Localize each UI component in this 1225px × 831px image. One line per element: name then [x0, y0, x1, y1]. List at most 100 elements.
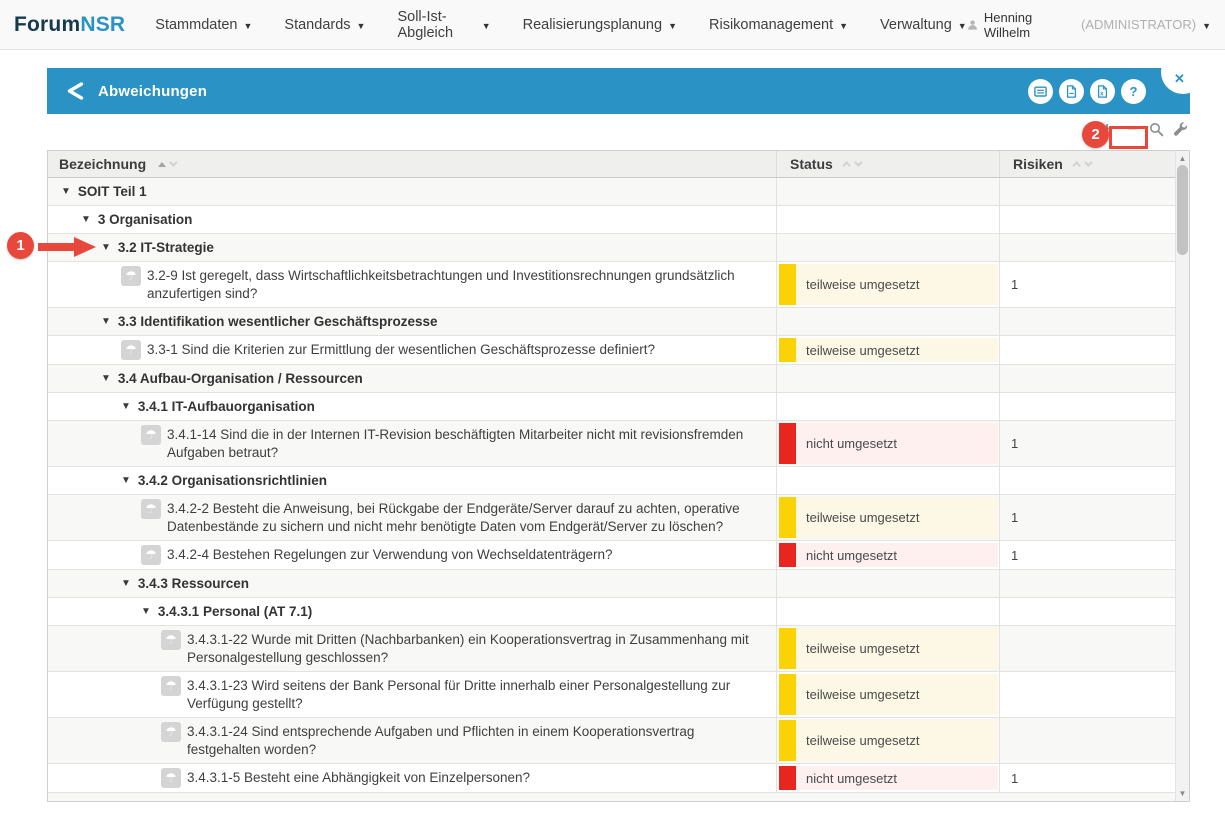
risk-count: 1: [1011, 771, 1018, 786]
row-label: 3.4.3.1-5 Besteht eine Abhängigkeit von …: [187, 769, 550, 787]
page-title: Abweichungen: [98, 83, 207, 100]
nav-menu-item-3[interactable]: Realisierungsplanung ▼: [523, 17, 677, 33]
row-label: 3.4.3.1 Personal (AT 7.1): [158, 604, 312, 619]
chevron-down-icon: ▼: [958, 21, 967, 31]
sort-desc-icon: [169, 158, 177, 166]
caret-down-icon[interactable]: ▼: [141, 606, 151, 617]
table-row: ▼ 3 Organisation: [48, 206, 1175, 234]
nav-menu-item-4[interactable]: Risikomanagement ▼: [709, 17, 848, 33]
table-row: ☂ 3.4.2-4 Bestehen Regelungen zur Verwen…: [48, 541, 1175, 570]
row-label: 3.4.2 Organisationsrichtlinien: [138, 473, 327, 488]
annotation-arrow-icon: [36, 236, 98, 263]
nav-menu-item-label: Realisierungsplanung: [523, 17, 662, 33]
logo-part-2: NSR: [80, 13, 125, 36]
umbrella-icon: ☂: [161, 630, 181, 650]
caret-down-icon[interactable]: ▼: [101, 242, 111, 253]
toolbar-area: + −: [47, 114, 1190, 150]
status-badge: teilweise umgesetzt: [779, 720, 998, 761]
user-menu[interactable]: Henning Wilhelm (ADMINISTRATOR) ▼: [967, 10, 1211, 40]
risk-count: 1: [1011, 510, 1018, 525]
status-label: teilweise umgesetzt: [796, 264, 998, 305]
status-color-square: [779, 423, 796, 464]
share-icon[interactable]: [65, 82, 86, 100]
caret-down-icon[interactable]: ▼: [121, 401, 131, 412]
chevron-down-icon: ▼: [839, 21, 848, 31]
excel-export-icon[interactable]: x: [1090, 79, 1115, 104]
status-badge: teilweise umgesetzt: [779, 497, 998, 538]
scrollbar-thumb[interactable]: [1177, 165, 1188, 255]
table-row: ▼ 3.4.3 Ressourcen: [48, 570, 1175, 598]
row-label: 3.4.2-4 Bestehen Regelungen zur Verwendu…: [167, 546, 633, 564]
wrench-icon[interactable]: [1173, 122, 1188, 137]
nav-menu-item-0[interactable]: Stammdaten ▼: [155, 17, 252, 33]
app-logo: ForumNSR: [14, 13, 125, 37]
table-row: ▼ SOIT Teil 1: [48, 178, 1175, 206]
panel-header: Abweichungen x ? ✕: [47, 68, 1190, 114]
help-icon[interactable]: ?: [1121, 79, 1146, 104]
nav-menu-item-5[interactable]: Verwaltung ▼: [880, 17, 967, 33]
caret-down-icon[interactable]: ▼: [101, 373, 111, 384]
status-color-square: [779, 628, 796, 669]
caret-down-icon[interactable]: ▼: [61, 186, 71, 197]
caret-down-icon[interactable]: ▼: [101, 316, 111, 327]
row-label: 3.2 IT-Strategie: [118, 240, 214, 255]
table-row: ☂ 3.4.3.1-5 Besteht eine Abhängigkeit vo…: [48, 764, 1175, 793]
nav-menu-item-2[interactable]: Soll-Ist-Abgleich ▼: [397, 9, 490, 41]
row-label: 3.4.3 Ressourcen: [138, 576, 249, 591]
caret-down-icon[interactable]: ▼: [81, 214, 91, 225]
table-row: ▼ 3.4 Aufbau-Organisation / Ressourcen: [48, 365, 1175, 393]
status-label: teilweise umgesetzt: [796, 628, 998, 669]
table-row: ▼ 3.4.2 Organisationsrichtlinien: [48, 467, 1175, 495]
main-menu: Stammdaten ▼ Standards ▼ Soll-Ist-Abglei…: [155, 9, 966, 41]
status-badge: nicht umgesetzt: [779, 766, 998, 790]
status-color-square: [779, 766, 796, 790]
status-label: teilweise umgesetzt: [796, 720, 998, 761]
row-label: 3.4.3.1-24 Sind entsprechende Aufgaben u…: [187, 723, 776, 759]
nav-menu-item-label: Stammdaten: [155, 17, 237, 33]
scroll-down-arrow-icon[interactable]: ▼: [1176, 789, 1189, 798]
table-row: ☂ 3.4.3.1-22 Wurde mit Dritten (Nachbarb…: [48, 626, 1175, 672]
nav-menu-item-label: Soll-Ist-Abgleich: [397, 9, 475, 41]
column-label: Risiken: [1013, 156, 1063, 172]
caret-down-icon[interactable]: ▼: [121, 475, 131, 486]
chevron-down-icon: ▼: [668, 21, 677, 31]
column-header-bezeichnung[interactable]: Bezeichnung: [48, 151, 776, 177]
umbrella-icon: ☂: [141, 545, 161, 565]
status-color-square: [779, 674, 796, 715]
column-header-status[interactable]: Status: [776, 151, 999, 177]
table-row: ▼ 3.4.3.1 Personal (AT 7.1): [48, 598, 1175, 626]
scroll-up-arrow-icon[interactable]: ▲: [1176, 154, 1189, 163]
search-icon[interactable]: [1149, 122, 1164, 137]
panel-header-icons: x ?: [1028, 79, 1146, 104]
pdf-export-icon[interactable]: [1059, 79, 1084, 104]
table-body: ▼ SOIT Teil 1 ▼ 3 Organisation ▼ 3.2 IT-…: [48, 178, 1175, 793]
sort-icons: [158, 161, 175, 167]
report-icon[interactable]: [1028, 79, 1053, 104]
deviations-table: Bezeichnung Status Risiken ▼ SOIT Teil 1…: [47, 150, 1190, 802]
vertical-scrollbar[interactable]: ▲ ▼: [1175, 151, 1189, 801]
row-label: 3.4.3.1-23 Wird seitens der Bank Persona…: [187, 677, 776, 713]
status-badge: teilweise umgesetzt: [779, 674, 998, 715]
umbrella-icon: ☂: [141, 425, 161, 445]
chevron-down-icon: ▼: [482, 21, 491, 31]
sort-asc-icon: [1072, 161, 1080, 169]
status-color-square: [779, 720, 796, 761]
table-row: ☂ 3.2-9 Ist geregelt, dass Wirtschaftlic…: [48, 262, 1175, 308]
table-row: ☂ 3.3-1 Sind die Kriterien zur Ermittlun…: [48, 336, 1175, 365]
status-label: nicht umgesetzt: [796, 766, 998, 790]
caret-down-icon[interactable]: ▼: [121, 578, 131, 589]
nav-menu-item-1[interactable]: Standards ▼: [284, 17, 365, 33]
table-row: ▼ 3.3 Identifikation wesentlicher Geschä…: [48, 308, 1175, 336]
annotation-box: [1109, 126, 1148, 149]
table-row: ☂ 3.4.1-14 Sind die in der Internen IT-R…: [48, 421, 1175, 467]
row-label: 3.4.1-14 Sind die in der Internen IT-Rev…: [167, 426, 776, 462]
table-row: ▼ 3.2 IT-Strategie: [48, 234, 1175, 262]
nav-menu-item-label: Risikomanagement: [709, 17, 833, 33]
svg-text:x: x: [1100, 91, 1104, 97]
column-header-risiken[interactable]: Risiken: [999, 151, 1175, 177]
status-badge: teilweise umgesetzt: [779, 628, 998, 669]
user-role: (ADMINISTRATOR): [1081, 17, 1196, 32]
table-header-row: Bezeichnung Status Risiken: [48, 151, 1175, 178]
column-label: Status: [790, 156, 833, 172]
close-icon[interactable]: ✕: [1161, 50, 1205, 94]
